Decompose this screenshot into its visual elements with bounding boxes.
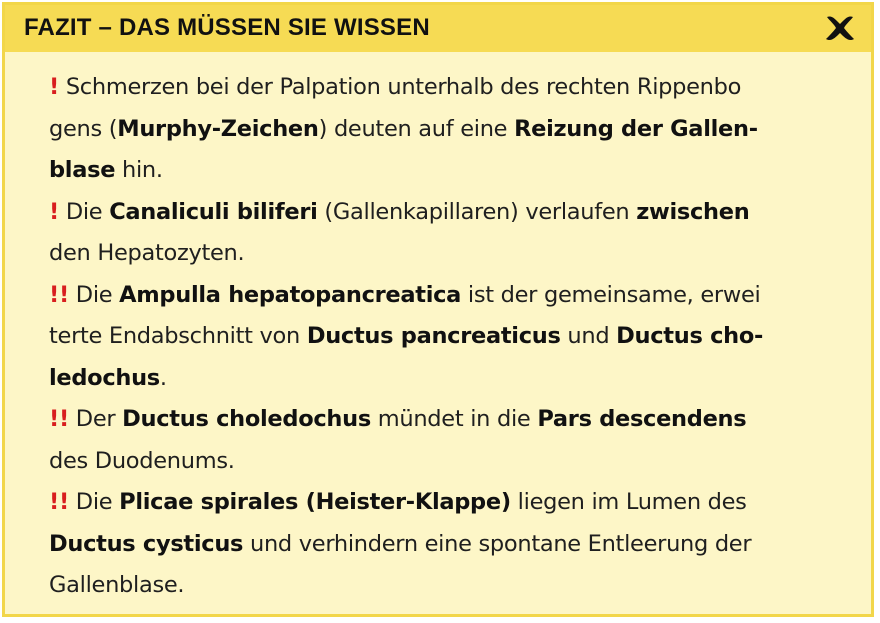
summary-header: FAZIT – DAS MÜSSEN SIE WISSEN — [5, 5, 871, 52]
fact-list: ! Schmerzen bei der Palpation unterhalb … — [49, 67, 849, 607]
text-segment: . — [159, 364, 167, 391]
fact-line: !! Die Ampulla hepatopancreatica ist der… — [49, 275, 849, 317]
fact-item: !! Die Plicae spirales (Heister-Klappe) … — [49, 482, 849, 607]
fact-line: den Hepatozyten. — [49, 233, 849, 275]
importance-marker: !! — [49, 406, 69, 432]
text-segment: Der — [75, 406, 123, 432]
bold-term: blase — [49, 157, 116, 183]
bold-term: Ampulla hepatopancreatica — [119, 281, 462, 308]
text-segment: Die — [65, 198, 110, 225]
fact-item: ! Die Canaliculi biliferi (Gallenkapilla… — [49, 192, 849, 275]
fact-line: !! Die Plicae spirales (Heister-Klappe) … — [49, 482, 849, 524]
fact-line: gens (Murphy-Zeichen) deuten auf eine Re… — [49, 109, 849, 151]
fact-line: Ductus cysticus und verhindern eine spon… — [49, 524, 849, 566]
fact-item: !! Die Ampulla hepatopancreatica ist der… — [49, 275, 849, 400]
importance-marker: !! — [49, 281, 69, 308]
bold-term: Murphy-Zeichen — [117, 115, 319, 142]
text-segment: mündet in die — [370, 406, 538, 432]
text-segment: ist der gemeinsame, erwei — [461, 281, 761, 308]
fact-line: Gallenblase. — [49, 565, 849, 607]
fact-item: ! Schmerzen bei der Palpation unterhalb … — [49, 67, 849, 192]
fact-line: ! Schmerzen bei der Palpation unterhalb … — [49, 67, 849, 109]
text-segment: Gallenblase. — [49, 572, 185, 598]
bold-term: Ductus cho- — [616, 323, 764, 349]
text-segment: den Hepatozyten. — [49, 240, 245, 266]
text-segment: und verhindern eine spontane Entleerung … — [243, 530, 752, 557]
bold-term: Ductus choledochus — [122, 406, 371, 432]
text-segment: ) deuten auf eine — [318, 115, 515, 142]
summary-box: FAZIT – DAS MÜSSEN SIE WISSEN ! Schmerze… — [2, 2, 874, 617]
close-x-icon[interactable] — [823, 11, 857, 45]
text-segment: Die — [75, 281, 120, 308]
bold-term: Ductus cysticus — [49, 530, 244, 557]
bold-term: ledochus — [49, 364, 160, 391]
importance-marker: ! — [49, 74, 59, 100]
fact-line: terte Endabschnitt von Ductus pancreatic… — [49, 316, 849, 358]
fact-line: des Duodenums. — [49, 441, 849, 483]
bold-term: Ductus pancreaticus — [306, 323, 561, 349]
importance-marker: ! — [49, 198, 59, 225]
bold-term: zwischen — [636, 198, 750, 225]
bold-term: Plicae spirales (Heister-Klappe) — [119, 489, 511, 515]
fact-line: ledochus. — [49, 358, 849, 400]
text-segment: gens ( — [49, 115, 118, 142]
text-segment: (Gallenkapillaren) verlaufen — [317, 198, 637, 225]
box-title: FAZIT – DAS MÜSSEN SIE WISSEN — [24, 14, 430, 41]
bold-term: Reizung der Gallen- — [514, 115, 758, 142]
fact-item: !! Der Ductus choledochus mündet in die … — [49, 399, 849, 482]
text-segment: liegen im Lumen des — [510, 489, 747, 515]
text-segment: terte Endabschnitt von — [49, 323, 307, 349]
text-segment: und — [560, 323, 617, 349]
fact-line: !! Der Ductus choledochus mündet in die … — [49, 399, 849, 441]
fact-line: blase hin. — [49, 150, 849, 192]
fact-line: ! Die Canaliculi biliferi (Gallenkapilla… — [49, 192, 849, 234]
text-segment: hin. — [115, 157, 163, 183]
text-segment: des Duodenums. — [49, 447, 235, 474]
importance-marker: !! — [49, 489, 69, 515]
bold-term: Canaliculi biliferi — [109, 198, 318, 225]
text-segment: Die — [75, 489, 120, 515]
text-segment: Schmerzen bei der Palpation unterhalb de… — [65, 74, 742, 100]
bold-term: Pars descendens — [537, 406, 747, 432]
